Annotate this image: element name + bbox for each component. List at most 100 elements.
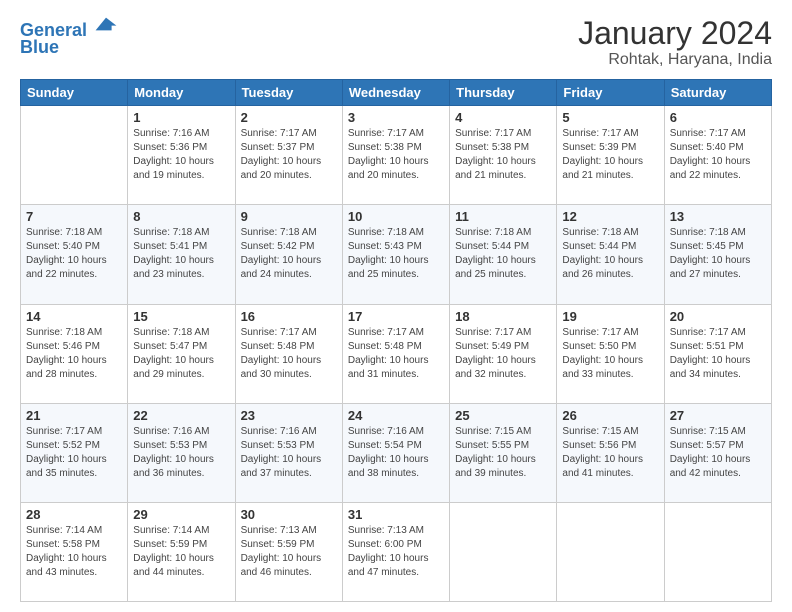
calendar-cell: 9 Sunrise: 7:18 AM Sunset: 5:42 PM Dayli… [235,205,342,304]
sunset-text: Sunset: 6:00 PM [348,539,422,550]
sunset-text: Sunset: 5:48 PM [348,341,422,352]
calendar-cell: 6 Sunrise: 7:17 AM Sunset: 5:40 PM Dayli… [664,106,771,205]
logo-icon [94,12,118,36]
sunset-text: Sunset: 5:44 PM [455,241,529,252]
day-number: 20 [670,309,766,324]
calendar-day-header: Wednesday [342,80,449,106]
sunrise-text: Sunrise: 7:16 AM [133,128,209,139]
day-number: 17 [348,309,444,324]
day-info: Sunrise: 7:17 AM Sunset: 5:48 PM Dayligh… [241,326,337,382]
calendar-week-row: 21 Sunrise: 7:17 AM Sunset: 5:52 PM Dayl… [21,403,772,502]
sunset-text: Sunset: 5:43 PM [348,241,422,252]
day-info: Sunrise: 7:17 AM Sunset: 5:37 PM Dayligh… [241,127,337,183]
day-info: Sunrise: 7:18 AM Sunset: 5:46 PM Dayligh… [26,326,122,382]
daylight-text: Daylight: 10 hours and 37 minutes. [241,454,322,479]
sunset-text: Sunset: 5:50 PM [562,341,636,352]
daylight-text: Daylight: 10 hours and 39 minutes. [455,454,536,479]
calendar-cell: 20 Sunrise: 7:17 AM Sunset: 5:51 PM Dayl… [664,304,771,403]
sunrise-text: Sunrise: 7:17 AM [455,128,531,139]
sunset-text: Sunset: 5:57 PM [670,440,744,451]
daylight-text: Daylight: 10 hours and 38 minutes. [348,454,429,479]
sunrise-text: Sunrise: 7:18 AM [241,227,317,238]
sunset-text: Sunset: 5:42 PM [241,241,315,252]
day-number: 1 [133,110,229,125]
daylight-text: Daylight: 10 hours and 33 minutes. [562,355,643,380]
sunrise-text: Sunrise: 7:17 AM [670,128,746,139]
daylight-text: Daylight: 10 hours and 47 minutes. [348,553,429,578]
daylight-text: Daylight: 10 hours and 25 minutes. [348,255,429,280]
day-number: 9 [241,209,337,224]
sunset-text: Sunset: 5:55 PM [455,440,529,451]
calendar-cell: 22 Sunrise: 7:16 AM Sunset: 5:53 PM Dayl… [128,403,235,502]
day-info: Sunrise: 7:14 AM Sunset: 5:59 PM Dayligh… [133,524,229,580]
day-info: Sunrise: 7:18 AM Sunset: 5:45 PM Dayligh… [670,226,766,282]
day-number: 19 [562,309,658,324]
day-number: 13 [670,209,766,224]
sunset-text: Sunset: 5:49 PM [455,341,529,352]
calendar-week-row: 14 Sunrise: 7:18 AM Sunset: 5:46 PM Dayl… [21,304,772,403]
calendar-table: SundayMondayTuesdayWednesdayThursdayFrid… [20,79,772,602]
sunrise-text: Sunrise: 7:18 AM [133,327,209,338]
sunrise-text: Sunrise: 7:17 AM [455,327,531,338]
calendar-cell [21,106,128,205]
calendar-cell: 17 Sunrise: 7:17 AM Sunset: 5:48 PM Dayl… [342,304,449,403]
day-info: Sunrise: 7:18 AM Sunset: 5:44 PM Dayligh… [455,226,551,282]
calendar-cell: 12 Sunrise: 7:18 AM Sunset: 5:44 PM Dayl… [557,205,664,304]
page-subtitle: Rohtak, Haryana, India [578,51,772,69]
sunrise-text: Sunrise: 7:17 AM [26,426,102,437]
day-info: Sunrise: 7:17 AM Sunset: 5:52 PM Dayligh… [26,425,122,481]
sunset-text: Sunset: 5:40 PM [26,241,100,252]
calendar-cell: 29 Sunrise: 7:14 AM Sunset: 5:59 PM Dayl… [128,502,235,601]
day-info: Sunrise: 7:15 AM Sunset: 5:57 PM Dayligh… [670,425,766,481]
calendar-cell: 18 Sunrise: 7:17 AM Sunset: 5:49 PM Dayl… [450,304,557,403]
calendar-day-header: Monday [128,80,235,106]
sunrise-text: Sunrise: 7:18 AM [562,227,638,238]
sunrise-text: Sunrise: 7:18 AM [348,227,424,238]
logo: General Blue [20,16,118,58]
daylight-text: Daylight: 10 hours and 23 minutes. [133,255,214,280]
day-number: 31 [348,507,444,522]
calendar-cell: 8 Sunrise: 7:18 AM Sunset: 5:41 PM Dayli… [128,205,235,304]
daylight-text: Daylight: 10 hours and 41 minutes. [562,454,643,479]
calendar-cell [450,502,557,601]
daylight-text: Daylight: 10 hours and 29 minutes. [133,355,214,380]
daylight-text: Daylight: 10 hours and 36 minutes. [133,454,214,479]
day-number: 24 [348,408,444,423]
day-number: 6 [670,110,766,125]
sunset-text: Sunset: 5:41 PM [133,241,207,252]
day-number: 10 [348,209,444,224]
sunrise-text: Sunrise: 7:15 AM [455,426,531,437]
sunrise-text: Sunrise: 7:14 AM [26,525,102,536]
sunset-text: Sunset: 5:59 PM [133,539,207,550]
day-info: Sunrise: 7:17 AM Sunset: 5:40 PM Dayligh… [670,127,766,183]
day-info: Sunrise: 7:17 AM Sunset: 5:49 PM Dayligh… [455,326,551,382]
daylight-text: Daylight: 10 hours and 30 minutes. [241,355,322,380]
calendar-cell: 31 Sunrise: 7:13 AM Sunset: 6:00 PM Dayl… [342,502,449,601]
daylight-text: Daylight: 10 hours and 20 minutes. [241,156,322,181]
daylight-text: Daylight: 10 hours and 46 minutes. [241,553,322,578]
day-number: 12 [562,209,658,224]
sunrise-text: Sunrise: 7:16 AM [241,426,317,437]
sunrise-text: Sunrise: 7:17 AM [562,128,638,139]
sunset-text: Sunset: 5:44 PM [562,241,636,252]
day-info: Sunrise: 7:17 AM Sunset: 5:38 PM Dayligh… [348,127,444,183]
title-block: January 2024 Rohtak, Haryana, India [578,16,772,69]
sunrise-text: Sunrise: 7:17 AM [348,327,424,338]
sunrise-text: Sunrise: 7:18 AM [26,227,102,238]
calendar-cell: 24 Sunrise: 7:16 AM Sunset: 5:54 PM Dayl… [342,403,449,502]
calendar-cell: 23 Sunrise: 7:16 AM Sunset: 5:53 PM Dayl… [235,403,342,502]
sunrise-text: Sunrise: 7:17 AM [241,128,317,139]
day-number: 4 [455,110,551,125]
daylight-text: Daylight: 10 hours and 43 minutes. [26,553,107,578]
calendar-cell: 11 Sunrise: 7:18 AM Sunset: 5:44 PM Dayl… [450,205,557,304]
calendar-cell: 7 Sunrise: 7:18 AM Sunset: 5:40 PM Dayli… [21,205,128,304]
calendar-cell: 2 Sunrise: 7:17 AM Sunset: 5:37 PM Dayli… [235,106,342,205]
calendar-week-row: 7 Sunrise: 7:18 AM Sunset: 5:40 PM Dayli… [21,205,772,304]
calendar-week-row: 1 Sunrise: 7:16 AM Sunset: 5:36 PM Dayli… [21,106,772,205]
day-number: 21 [26,408,122,423]
sunset-text: Sunset: 5:53 PM [133,440,207,451]
day-info: Sunrise: 7:18 AM Sunset: 5:42 PM Dayligh… [241,226,337,282]
calendar-cell: 5 Sunrise: 7:17 AM Sunset: 5:39 PM Dayli… [557,106,664,205]
calendar-cell: 28 Sunrise: 7:14 AM Sunset: 5:58 PM Dayl… [21,502,128,601]
day-info: Sunrise: 7:17 AM Sunset: 5:38 PM Dayligh… [455,127,551,183]
